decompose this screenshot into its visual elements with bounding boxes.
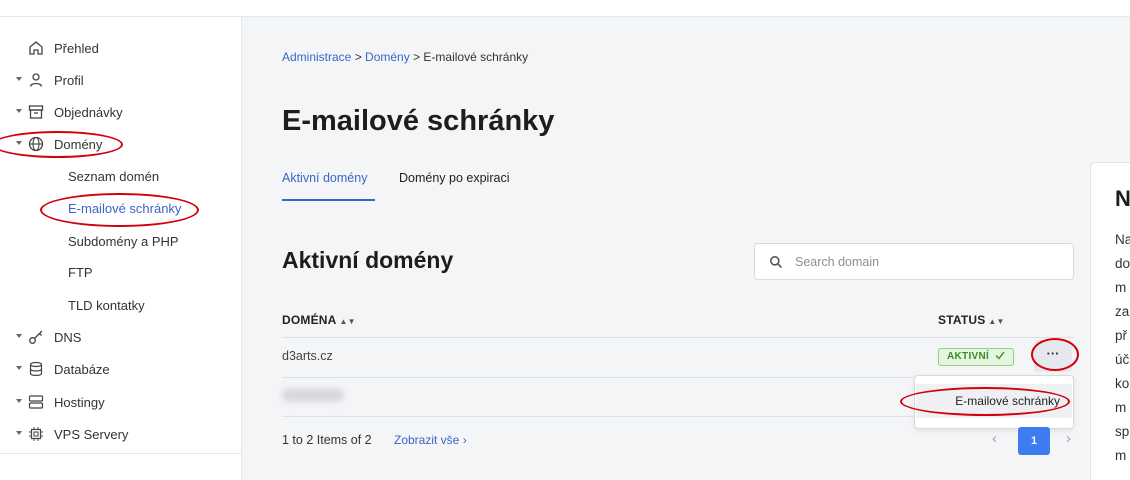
sidebar-divider — [0, 453, 241, 454]
search-icon — [770, 256, 783, 269]
sidebar-item-label: DNS — [54, 330, 82, 345]
row-actions-dropdown: E-mailové schránky — [914, 375, 1074, 429]
sidebar-subitem-ftp[interactable]: FTP — [68, 265, 93, 280]
sidebar-item-label: Hostingy — [54, 395, 105, 410]
show-all-label: Zobrazit vše — [394, 433, 460, 447]
sort-icon: ▲▼ — [988, 317, 1005, 326]
caret-down-icon — [16, 399, 22, 403]
sidebar-subitem-subdomeny[interactable]: Subdomény a PHP — [68, 234, 179, 249]
sidebar-item-vps-servery[interactable]: VPS Servery — [0, 420, 241, 448]
info-panel: N Na do m za př úč ko m sp m — [1090, 162, 1130, 480]
sidebar-item-dns[interactable]: DNS — [0, 323, 241, 351]
sidebar-item-objednavky[interactable]: Objednávky — [0, 98, 241, 126]
pagination-prev-button[interactable]: ‹ — [992, 430, 997, 447]
archive-icon — [28, 105, 44, 119]
info-panel-line: př — [1115, 328, 1128, 343]
breadcrumb-separator: > — [409, 50, 424, 64]
sidebar-item-databaze[interactable]: Databáze — [0, 355, 241, 383]
section-title: Aktivní domény — [282, 247, 454, 273]
caret-down-icon — [16, 141, 22, 145]
column-header-status[interactable]: STATUS ▲▼ — [938, 313, 1005, 327]
breadcrumb-separator: > — [351, 50, 366, 64]
sidebar-item-hostingy[interactable]: Hostingy — [0, 388, 241, 416]
globe-icon — [28, 136, 44, 152]
dropdown-item-emailove-schranky[interactable]: E-mailové schránky — [916, 384, 1072, 418]
info-panel-line: Na — [1115, 232, 1130, 247]
caret-down-icon — [16, 366, 22, 370]
server-icon — [28, 395, 44, 409]
info-panel-line: m — [1115, 448, 1127, 463]
sidebar-subitem-emailove-schranky[interactable]: E-mailové schránky — [68, 201, 181, 216]
tab-aktivni-domeny[interactable]: Aktivní domény — [282, 171, 375, 201]
key-icon — [29, 330, 43, 344]
pagination-page-button[interactable]: 1 — [1018, 427, 1050, 455]
column-header-label: DOMÉNA — [282, 313, 337, 327]
info-panel-line: m — [1115, 280, 1127, 295]
sidebar-item-label: Přehled — [54, 41, 99, 56]
pagination-info: 1 to 2 Items of 2 — [282, 433, 372, 447]
info-panel-title: N — [1115, 186, 1130, 211]
caret-down-icon — [16, 431, 22, 435]
sidebar-item-label: Databáze — [54, 362, 110, 377]
check-icon — [995, 351, 1005, 360]
breadcrumb-link-administrace[interactable]: Administrace — [282, 50, 351, 64]
sort-icon: ▲▼ — [339, 317, 356, 326]
sidebar-item-domeny[interactable]: Domény — [0, 130, 241, 158]
blurred-domain — [282, 388, 344, 402]
info-panel-line: úč — [1115, 352, 1130, 367]
sidebar-item-label: Domény — [54, 137, 103, 152]
info-panel-line: ko — [1115, 376, 1130, 391]
sidebar-item-label: Profil — [54, 73, 84, 88]
column-header-domain[interactable]: DOMÉNA ▲▼ — [282, 313, 356, 327]
breadcrumb: Administrace > Domény > E-mailové schrán… — [282, 50, 528, 64]
row-actions-button[interactable]: ··· — [1034, 340, 1072, 372]
breadcrumb-current: E-mailové schránky — [423, 50, 529, 64]
table-cell-domain: d3arts.cz — [282, 349, 333, 363]
sidebar-item-label: Objednávky — [54, 105, 123, 120]
sidebar-item-prehled[interactable]: Přehled — [0, 34, 241, 62]
status-badge-label: AKTIVNÍ — [947, 351, 990, 362]
info-panel-line: do — [1115, 256, 1130, 271]
search-box — [754, 243, 1074, 280]
tab-domeny-po-expiraci[interactable]: Domény po expiraci — [399, 171, 509, 201]
status-badge: AKTIVNÍ — [938, 348, 1015, 366]
table-divider — [282, 337, 1074, 338]
chevron-right-icon: › — [462, 433, 467, 447]
search-input[interactable] — [795, 253, 1055, 271]
sidebar-subitem-seznam-domen[interactable]: Seznam domén — [68, 169, 159, 184]
sidebar-item-label: VPS Servery — [54, 427, 129, 442]
home-icon — [29, 41, 43, 55]
pagination-next-button[interactable]: › — [1066, 430, 1071, 447]
show-all-link[interactable]: Zobrazit vše › — [394, 433, 467, 447]
caret-down-icon — [16, 77, 22, 81]
database-icon — [29, 361, 43, 376]
sidebar-item-profil[interactable]: Profil — [0, 66, 241, 94]
column-header-label: STATUS — [938, 313, 986, 327]
top-bar — [0, 0, 1130, 17]
sidebar: Přehled Profil Objednávky Domény Seznam … — [0, 17, 242, 480]
info-panel-line: sp — [1115, 424, 1130, 439]
user-icon — [29, 73, 43, 87]
caret-down-icon — [16, 334, 22, 338]
breadcrumb-link-domeny[interactable]: Domény — [365, 50, 410, 64]
chip-icon — [29, 427, 43, 441]
info-panel-line: za — [1115, 304, 1130, 319]
info-panel-line: m — [1115, 400, 1127, 415]
main-content: Administrace > Domény > E-mailové schrán… — [242, 17, 1130, 480]
caret-down-icon — [16, 109, 22, 113]
page-title: E-mailové schránky — [282, 105, 555, 137]
sidebar-subitem-tld-kontakty[interactable]: TLD kontatky — [68, 298, 145, 313]
